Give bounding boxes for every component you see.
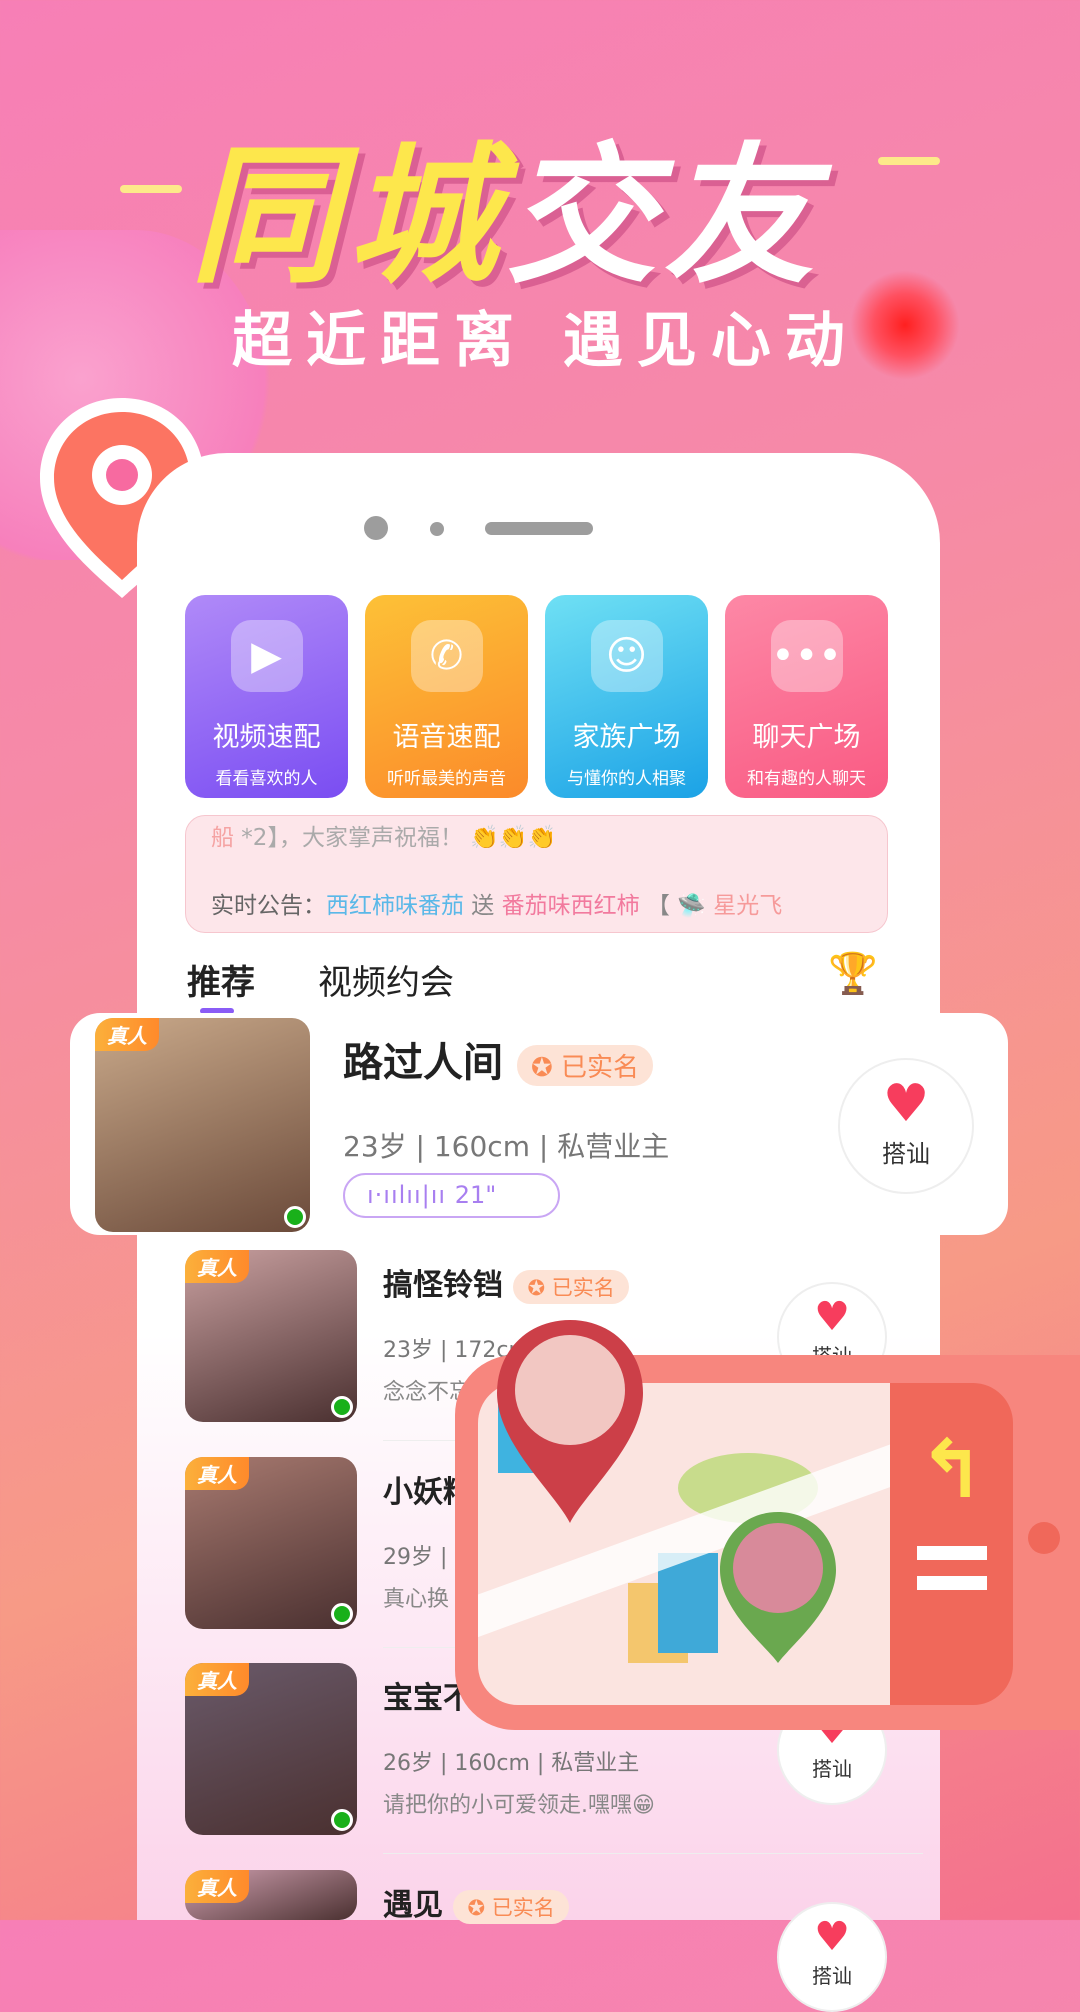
video-camera-icon: ▶ — [230, 620, 303, 692]
verified-badge: ✪ 已实名 — [453, 1889, 569, 1924]
speaker-bar — [485, 522, 593, 535]
user-bio: 真心换 — [383, 1587, 450, 1612]
greet-button[interactable]: ♥搭讪 — [777, 1902, 887, 2012]
user-name: 搞怪铃铛 — [383, 1268, 503, 1303]
sensor-dot — [430, 522, 444, 536]
online-indicator — [331, 1809, 353, 1831]
decorative-dot — [1028, 1522, 1060, 1554]
tab-video-date[interactable]: 视频约会 — [318, 955, 454, 1004]
user-name: 遇见 — [383, 1888, 443, 1923]
avatar[interactable]: 真人 — [95, 1018, 310, 1232]
verified-badge: ✪ 已实名 — [513, 1269, 629, 1304]
list-item[interactable]: 搞怪铃铛 ✪ 已实名 — [383, 1260, 629, 1304]
map-pin-red-icon — [497, 1320, 643, 1523]
feature-voice-match[interactable]: ✆ 语音速配 听听最美的声音 — [365, 595, 528, 798]
feature-chat-square[interactable]: ••• 聊天广场 和有趣的人聊天 — [725, 595, 888, 798]
greet-button[interactable]: ♥ 搭讪 — [838, 1058, 974, 1194]
decorative-heart-glow — [850, 270, 960, 380]
heart-icon: ♥ — [882, 1074, 930, 1134]
feature-video-match[interactable]: ▶ 视频速配 看看喜欢的人 — [185, 595, 348, 798]
waveform-icon: ı·ıılıı|ıı — [367, 1181, 455, 1209]
list-item[interactable]: 遇见 ✪ 已实名 — [383, 1880, 569, 1924]
map-pin-green-icon — [720, 1512, 836, 1663]
avatar[interactable]: 真人 — [185, 1457, 357, 1629]
phone-icon: ✆ — [410, 620, 483, 692]
family-icon: ☺ — [590, 620, 663, 692]
turn-arrow-icon: ↰ — [917, 1423, 986, 1516]
avatar[interactable]: 真人 — [185, 1250, 357, 1422]
voice-intro-button[interactable]: ı·ıılıı|ıı 21" — [343, 1173, 560, 1218]
user-bio: 请把你的小可爱领走.嘿嘿😁 — [383, 1793, 655, 1818]
trophy-icon[interactable]: 🏆 — [828, 950, 878, 997]
gift-icon: 🛸 — [677, 893, 706, 919]
hero-title: 同城交友 — [190, 130, 823, 304]
online-indicator — [331, 1603, 353, 1625]
heart-icon: ♥ — [814, 1294, 850, 1340]
feature-family-square[interactable]: ☺ 家族广场 与懂你的人相聚 — [545, 595, 708, 798]
user-info: 26岁 | 160cm | 私营业主 — [383, 1751, 640, 1776]
chat-bubble-icon: ••• — [770, 620, 843, 692]
heart-icon: ♥ — [814, 1914, 850, 1960]
user-name: 路过人间 — [343, 1040, 503, 1086]
avatar[interactable]: 真人 — [185, 1870, 357, 1920]
title-dash-left — [120, 185, 182, 193]
announcement-banner[interactable]: 船 *2】，大家掌声祝福！ 👏👏👏 实时公告：西红柿味番茄 送 番茄味西红柿 【… — [185, 815, 888, 933]
verified-badge: ✪ 已实名 — [516, 1044, 654, 1086]
user-info: 23岁 | 160cm | 私营业主 — [343, 1130, 670, 1163]
camera-dot — [364, 516, 388, 540]
divider — [383, 1853, 923, 1854]
avatar[interactable]: 真人 — [185, 1663, 357, 1835]
title-dash-right — [878, 157, 940, 165]
online-indicator — [331, 1396, 353, 1418]
hero-subtitle: 超近距离 遇见心动 — [232, 306, 859, 376]
online-indicator — [284, 1206, 306, 1228]
map-side-panel: ↰ — [890, 1383, 1013, 1705]
tab-recommend[interactable]: 推荐 — [187, 955, 255, 1004]
